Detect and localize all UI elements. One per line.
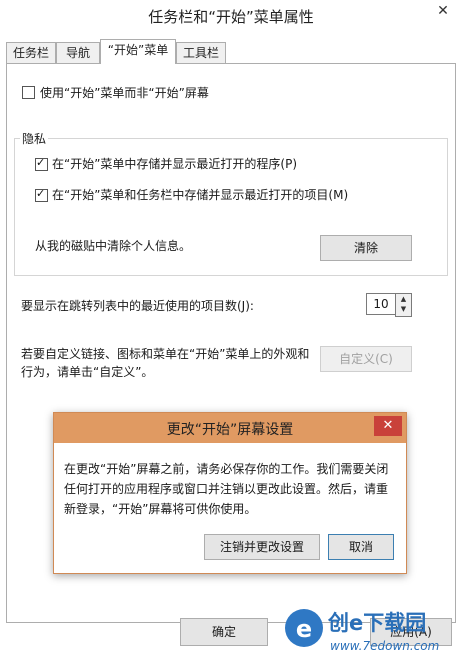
jumplist-count-spinner[interactable]: ▲ ▼ (395, 293, 412, 317)
privacy-legend: 隐私 (20, 130, 49, 147)
watermark-logo-icon: e 创e下载园 www.7edown.com (285, 609, 439, 653)
customize-text-line1: 若要自定义链接、图标和菜单在“开始”菜单上的外观和 (21, 347, 310, 361)
start-screen-settings-dialog: 更改“开始”屏幕设置 ✕ 在更改“开始”屏幕之前，请务必保存你的工作。我们需要关… (53, 412, 407, 574)
use-start-menu-label: 使用“开始”菜单而非“开始”屏幕 (40, 86, 209, 100)
tab-toolbars[interactable]: 工具栏 (176, 42, 226, 63)
clear-info-label: 从我的磁贴中清除个人信息。 (35, 239, 192, 253)
window-close-icon[interactable]: ✕ (430, 0, 456, 22)
store-programs-label: 在“开始”菜单中存储并显示最近打开的程序(P) (52, 157, 298, 171)
clear-button[interactable]: 清除 (320, 235, 412, 261)
dialog-close-icon[interactable]: ✕ (374, 416, 402, 436)
watermark-url: www.7edown.com (330, 639, 439, 653)
dialog-title-bar: 更改“开始”屏幕设置 ✕ (54, 413, 406, 443)
jumplist-count-label: 要显示在跳转列表中的最近使用的项目数(J): (21, 299, 254, 313)
jumplist-count-input[interactable]: 10 (366, 293, 396, 315)
customize-text-line2: 行为，请单击“自定义”。 (21, 365, 154, 379)
watermark: e 创e下载园 www.7edown.com (282, 600, 462, 656)
sign-out-change-button[interactable]: 注销并更改设置 (204, 534, 320, 560)
window-title: 任务栏和“开始”菜单属性 (148, 8, 314, 26)
dialog-title: 更改“开始”屏幕设置 (166, 422, 294, 438)
store-programs-checkbox[interactable] (35, 156, 48, 171)
customize-button[interactable]: 自定义(C) (320, 346, 412, 372)
tab-start-menu[interactable]: “开始”菜单 (100, 39, 176, 64)
spin-up-icon[interactable]: ▲ (396, 294, 411, 304)
watermark-text: 创e下载园 (327, 611, 426, 635)
tab-navigation[interactable]: 导航 (56, 42, 100, 63)
dialog-cancel-button[interactable]: 取消 (328, 534, 394, 560)
ok-button[interactable]: 确定 (180, 618, 268, 646)
spin-down-icon[interactable]: ▼ (396, 304, 411, 314)
svg-text:e: e (296, 615, 312, 643)
store-items-checkbox[interactable] (35, 187, 48, 202)
store-items-label: 在“开始”菜单和任务栏中存储并显示最近打开的项目(M) (52, 188, 349, 202)
tab-taskbar[interactable]: 任务栏 (6, 42, 56, 63)
title-bar: 任务栏和“开始”菜单属性 ✕ (0, 0, 462, 32)
dialog-message: 在更改“开始”屏幕之前，请务必保存你的工作。我们需要关闭任何打开的应用程序或窗口… (64, 462, 389, 516)
use-start-menu-checkbox[interactable] (22, 86, 35, 99)
